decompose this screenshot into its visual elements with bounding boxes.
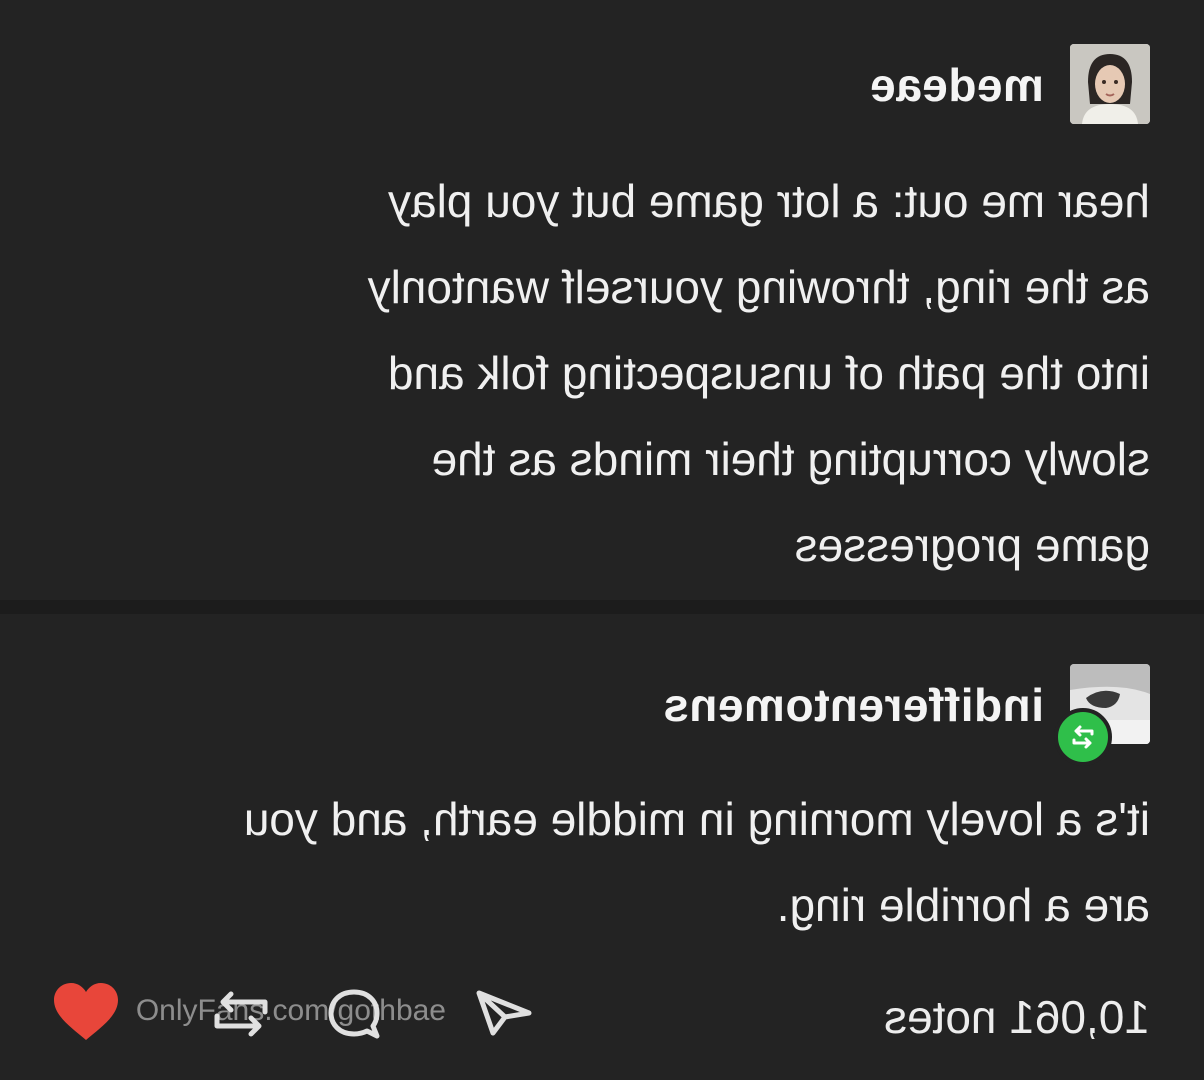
post-body-original: hear me out: a lotr game but you play as… (150, 158, 1150, 588)
share-button[interactable] (468, 984, 540, 1042)
post-line: hear me out: a lotr game but you play (388, 175, 1150, 227)
watermark-text: OnlyFans.com/gothbae (135, 994, 446, 1027)
post-username-indifferentomens[interactable]: indifferentomens (663, 678, 1044, 732)
post-line: are a horrible ring. (776, 879, 1150, 931)
post-line: as the ring, throwing yourself wantonly (367, 261, 1150, 313)
avatar-medeae[interactable] (1070, 44, 1150, 124)
heart-icon (54, 983, 118, 1040)
post-line: slowly corrupting their minds as the (431, 433, 1150, 485)
post-line: game progresses (794, 519, 1150, 571)
post-body-reblog: it's a lovely morning in middle earth, a… (50, 776, 1150, 948)
reblog-badge (1054, 708, 1112, 766)
post-line: into the path of unsuspecting folk and (387, 347, 1150, 399)
reblog-icon (1072, 725, 1094, 749)
post-username-medeae[interactable]: medeae (870, 58, 1044, 112)
share-icon (476, 990, 532, 1036)
post-line: it's a lovely morning in middle earth, a… (243, 793, 1150, 845)
post-card: medeae hear me out: a lotr game but you … (0, 0, 1204, 1080)
post-divider (0, 600, 1204, 614)
like-button[interactable] (48, 978, 124, 1046)
notes-count[interactable]: 10,061 notes (884, 990, 1150, 1044)
